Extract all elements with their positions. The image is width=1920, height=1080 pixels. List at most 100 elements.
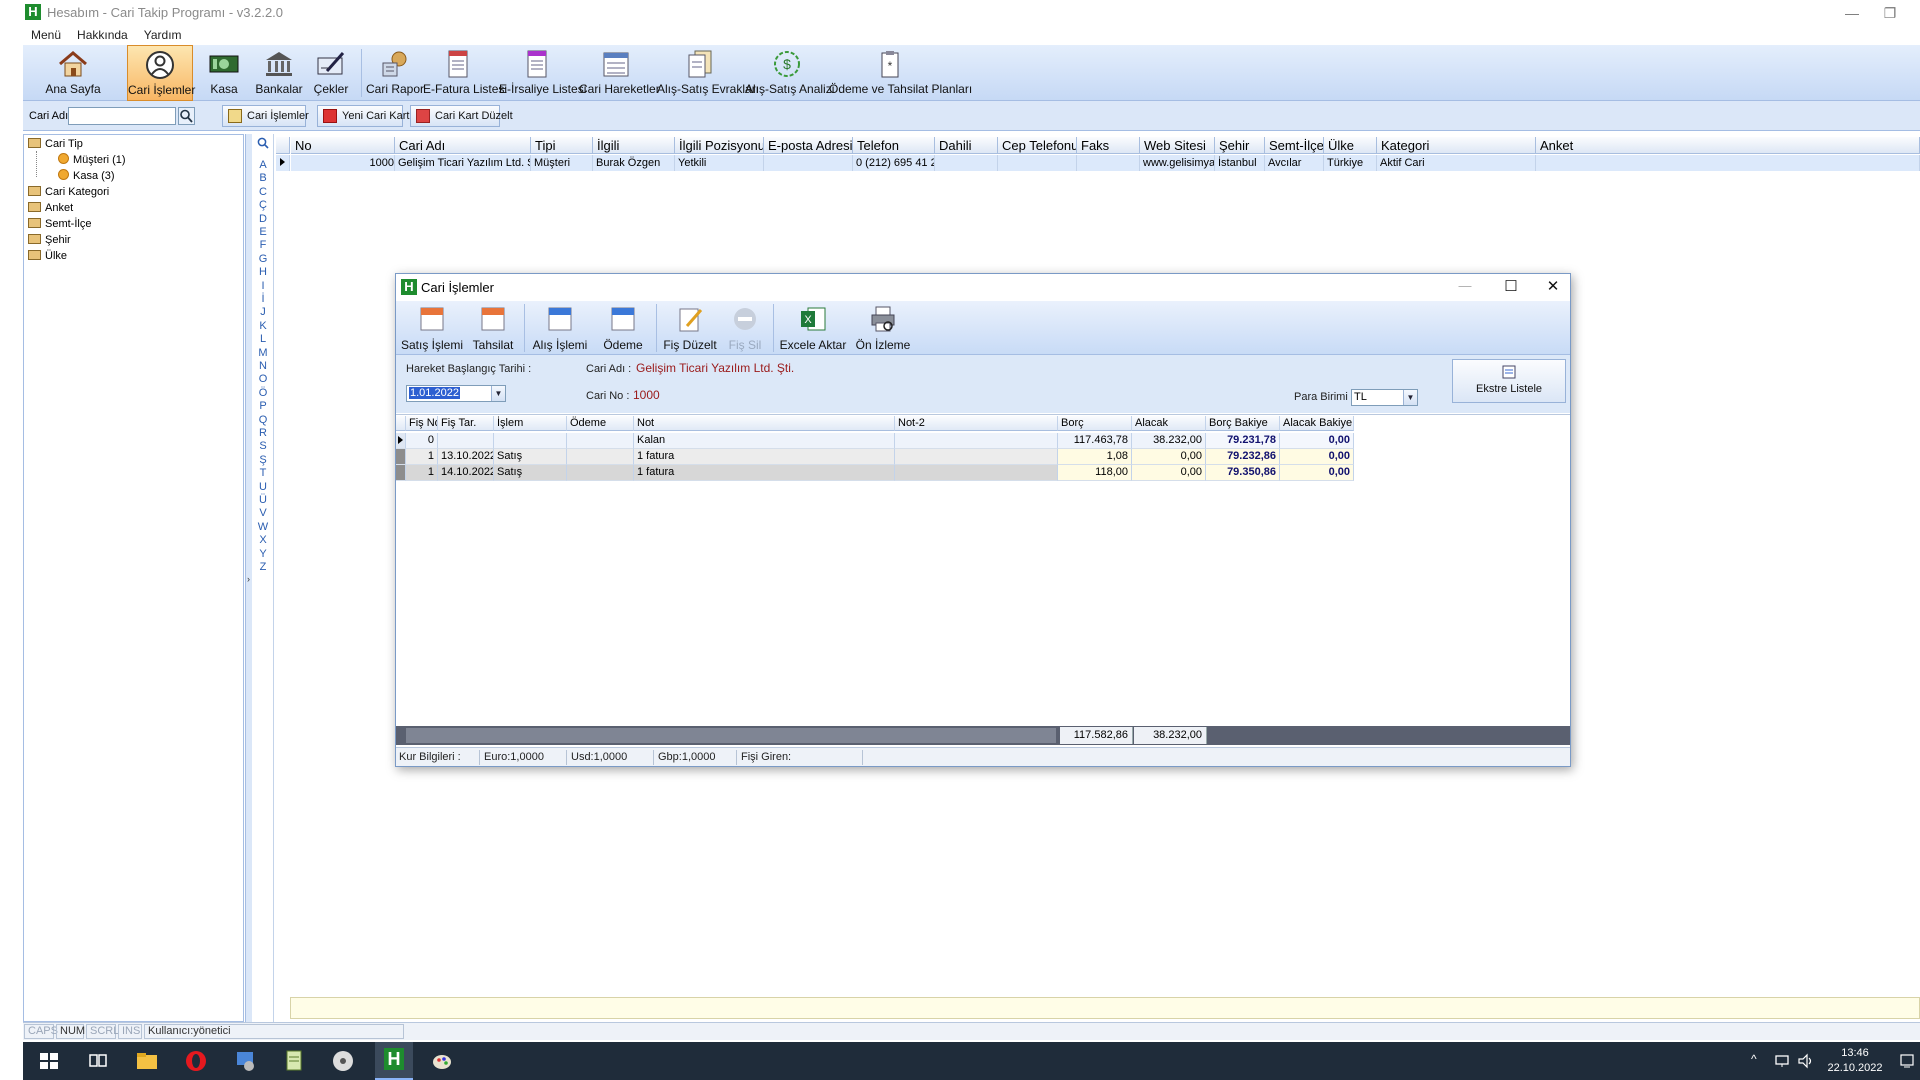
- menu-item-about[interactable]: Hakkında: [69, 27, 136, 44]
- ribbon-documents-button[interactable]: Alış-Satış Evrakları: [657, 45, 759, 101]
- alpha-filter-letter[interactable]: C: [252, 185, 274, 199]
- search-icon[interactable]: [256, 136, 270, 150]
- statement-column-header[interactable]: Fiş No: [406, 416, 438, 431]
- network-icon[interactable]: [1773, 1053, 1791, 1069]
- grid-column-header[interactable]: No: [291, 137, 395, 154]
- statement-column-header[interactable]: Borç Bakiye: [1206, 416, 1280, 431]
- alpha-filter-letter[interactable]: I: [252, 279, 274, 293]
- grid-column-header[interactable]: Kategori: [1377, 137, 1536, 154]
- grid-filter-row[interactable]: [290, 997, 1920, 1019]
- ribbon-eirsaliye-button[interactable]: E-İrsaliye Listesi: [499, 45, 586, 101]
- alpha-filter-letter[interactable]: Ş: [252, 453, 274, 467]
- alpha-filter-letter[interactable]: M: [252, 346, 274, 360]
- alpha-filter-letter[interactable]: S: [252, 439, 274, 453]
- tree-node-cari-kategori[interactable]: Cari Kategori: [28, 185, 109, 199]
- purchase-button[interactable]: Alış İşlemi: [528, 301, 592, 355]
- grid-column-header[interactable]: Semt-İlçe: [1265, 137, 1324, 154]
- alpha-filter-letter[interactable]: U: [252, 480, 274, 494]
- minimize-button[interactable]: —: [1837, 3, 1867, 23]
- alpha-filter-letter[interactable]: E: [252, 225, 274, 239]
- statement-column-header[interactable]: Not: [634, 416, 895, 431]
- restore-button[interactable]: ❐: [1875, 3, 1905, 23]
- cari-name-search-input[interactable]: [68, 107, 176, 125]
- ribbon-cheques-button[interactable]: Çekler: [305, 45, 357, 101]
- alpha-filter-letter[interactable]: A: [252, 158, 274, 172]
- row-selector[interactable]: [396, 433, 406, 449]
- grid-column-header[interactable]: Cep Telefonu: [998, 137, 1077, 154]
- alpha-filter-letter[interactable]: N: [252, 359, 274, 373]
- horizontal-scrollbar[interactable]: [406, 728, 1056, 743]
- dialog-close-button[interactable]: ✕: [1538, 277, 1568, 295]
- edit-cari-card-button[interactable]: Cari Kart Düzelt: [410, 105, 513, 127]
- cari-islemler-toolbar-button[interactable]: Cari İşlemler: [222, 105, 309, 127]
- alpha-filter-letter[interactable]: Z: [252, 560, 274, 574]
- edit-slip-button[interactable]: Fiş Düzelt: [660, 301, 720, 355]
- alpha-filter-letter[interactable]: Ç: [252, 198, 274, 212]
- ribbon-banks-button[interactable]: Bankalar: [251, 45, 307, 101]
- notification-icon[interactable]: [1899, 1053, 1915, 1069]
- statement-column-header[interactable]: Ödeme: [567, 416, 634, 431]
- alpha-filter-letter[interactable]: H: [252, 265, 274, 279]
- tree-node-anket[interactable]: Anket: [28, 201, 73, 215]
- chevron-up-icon[interactable]: ^: [1751, 1052, 1757, 1066]
- grid-column-header[interactable]: Telefon: [853, 137, 935, 154]
- tree-node-musteri[interactable]: Müşteri (1): [58, 153, 126, 167]
- grid-column-header[interactable]: İlgili: [593, 137, 675, 154]
- print-preview-button[interactable]: Ön İzleme: [852, 301, 914, 355]
- grid-column-header[interactable]: Dahili: [935, 137, 998, 154]
- row-selector[interactable]: [396, 449, 406, 465]
- statement-column-header[interactable]: Borç: [1058, 416, 1132, 431]
- panel-splitter[interactable]: ›: [245, 134, 252, 1022]
- alpha-filter-letter[interactable]: R: [252, 426, 274, 440]
- tree-node-ulke[interactable]: Ülke: [28, 249, 67, 263]
- ribbon-home-button[interactable]: Ana Sayfa: [37, 45, 109, 101]
- disc-app-icon[interactable]: [329, 1047, 357, 1075]
- settings-app-icon[interactable]: [231, 1047, 259, 1075]
- alpha-filter-letter[interactable]: Ö: [252, 386, 274, 400]
- collection-button[interactable]: Tahsilat: [466, 301, 520, 355]
- alpha-filter-letter[interactable]: F: [252, 238, 274, 252]
- statement-column-header[interactable]: Alacak Bakiye: [1280, 416, 1354, 431]
- start-date-picker[interactable]: 1.01.2022 ▼: [406, 385, 506, 402]
- alpha-filter-letter[interactable]: B: [252, 171, 274, 185]
- tree-node-cari-tip[interactable]: Cari Tip: [28, 137, 83, 151]
- menu-item-help[interactable]: Yardım: [136, 27, 190, 44]
- tree-node-semt-ilce[interactable]: Semt-İlçe: [28, 217, 91, 231]
- payment-button[interactable]: Ödeme: [596, 301, 650, 355]
- search-button[interactable]: [178, 107, 195, 125]
- alpha-filter-letter[interactable]: J: [252, 305, 274, 319]
- alpha-filter-letter[interactable]: P: [252, 399, 274, 413]
- statement-column-header[interactable]: Not-2: [895, 416, 1058, 431]
- windows-start-icon[interactable]: [35, 1047, 63, 1075]
- grid-column-header[interactable]: Ülke: [1324, 137, 1377, 154]
- taskbar-clock[interactable]: 13:46 22.10.2022: [1823, 1046, 1887, 1076]
- alpha-filter-letter[interactable]: X: [252, 533, 274, 547]
- alpha-filter-letter[interactable]: Ü: [252, 493, 274, 507]
- grid-column-header[interactable]: Şehir: [1215, 137, 1265, 154]
- sales-button[interactable]: Satış İşlemi: [400, 301, 464, 355]
- alpha-filter-letter[interactable]: Q: [252, 413, 274, 427]
- volume-icon[interactable]: [1797, 1053, 1815, 1069]
- paint-app-icon[interactable]: [428, 1047, 456, 1075]
- statement-column-header[interactable]: Alacak: [1132, 416, 1206, 431]
- tree-node-sehir[interactable]: Şehir: [28, 233, 71, 247]
- export-excel-button[interactable]: X Excele Aktar: [778, 301, 848, 355]
- statement-column-header[interactable]: İşlem: [494, 416, 567, 431]
- file-explorer-icon[interactable]: [133, 1047, 161, 1075]
- alpha-filter-letter[interactable]: D: [252, 212, 274, 226]
- dialog-minimize-button[interactable]: —: [1450, 278, 1480, 293]
- ribbon-cari-hareketler-button[interactable]: Cari Hareketler: [579, 45, 660, 101]
- statement-column-header[interactable]: Fiş Tar.: [438, 416, 494, 431]
- ribbon-analysis-button[interactable]: $ Alış-Satış Analizi: [745, 45, 834, 101]
- currency-select[interactable]: TL ▼: [1351, 389, 1418, 406]
- ribbon-payment-plans-button[interactable]: * Ödeme ve Tahsilat Planları: [829, 45, 972, 101]
- row-selector[interactable]: [396, 465, 406, 481]
- notepad-app-icon[interactable]: [280, 1047, 308, 1075]
- ribbon-cari-rapor-button[interactable]: Cari Rapor: [365, 45, 425, 101]
- alpha-filter-letter[interactable]: T: [252, 466, 274, 480]
- alpha-filter-letter[interactable]: İ: [252, 292, 274, 306]
- ribbon-cari-islemler-button[interactable]: Cari İşlemler: [127, 45, 195, 101]
- alpha-filter-letter[interactable]: G: [252, 252, 274, 266]
- grid-column-header[interactable]: Anket: [1536, 137, 1920, 154]
- hesabim-taskbar-button[interactable]: H: [375, 1042, 413, 1080]
